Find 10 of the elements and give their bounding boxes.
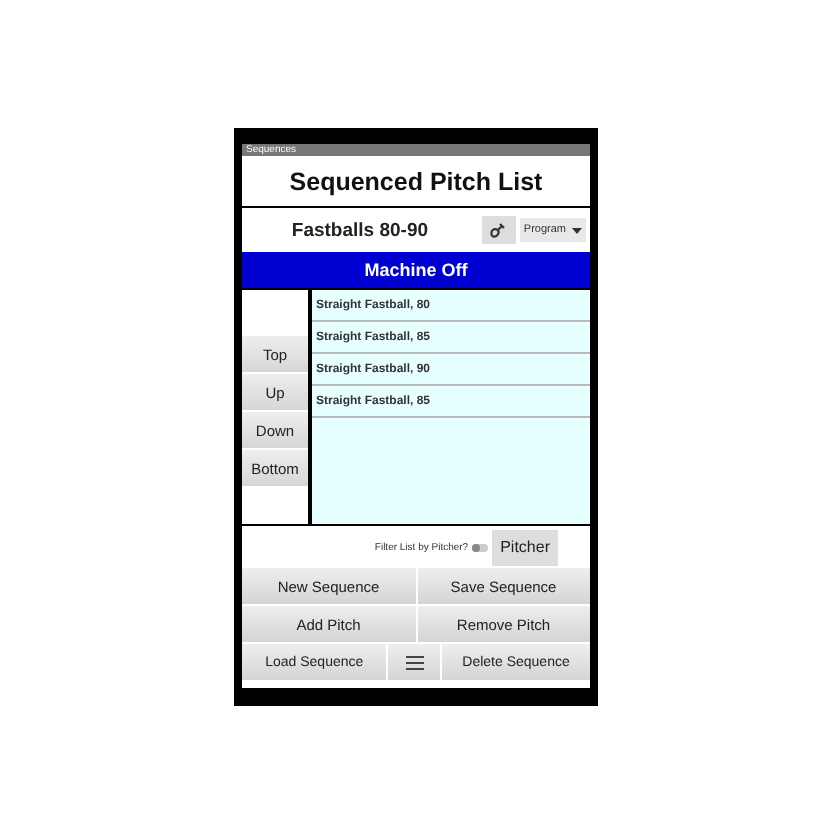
sequence-name: Fastballs 80-90 (289, 219, 431, 241)
menu-icon (405, 655, 424, 669)
screen-title: Sequenced Pitch List (289, 167, 543, 195)
filter-toggle[interactable] (472, 543, 489, 551)
menu-button[interactable] (388, 644, 441, 680)
machine-status: Machine Off (364, 260, 468, 280)
hook-icon (488, 220, 509, 240)
hook-button[interactable] (481, 216, 516, 244)
pitcher-button[interactable]: Pitcher (492, 529, 558, 565)
caret-icon (572, 227, 582, 233)
